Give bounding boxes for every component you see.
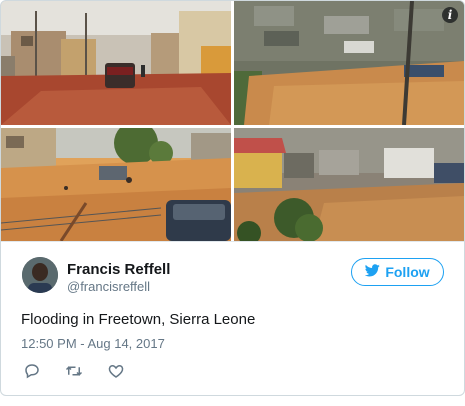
photo-flooded-street[interactable] [1,1,231,125]
author-handle[interactable]: @francisreffell [67,279,150,294]
photo-rescue-floodwater[interactable] [1,128,231,241]
like-icon [108,364,124,378]
tweet-actions [21,360,127,382]
follow-label: Follow [385,264,430,280]
retweet-button[interactable] [63,360,85,382]
reply-button[interactable] [21,360,43,382]
twitter-bird-icon [365,264,381,280]
like-button[interactable] [105,360,127,382]
media-grid[interactable]: i [1,1,464,241]
tweet-timestamp[interactable]: 12:50 PM - Aug 14, 2017 [21,336,165,351]
info-icon[interactable]: i [442,7,458,23]
follow-button[interactable]: Follow [351,258,444,286]
photo-houses-mudflow[interactable] [234,128,464,241]
photo-aerial-mudflow[interactable]: i [234,1,464,125]
tweet-text: Flooding in Freetown, Sierra Leone [21,311,256,328]
author-name[interactable]: Francis Reffell [67,261,170,278]
avatar[interactable] [22,257,58,293]
retweet-icon [65,366,83,376]
tweet-card: i Francis Reffell @francisreffell Follow… [0,0,465,396]
divider [1,241,464,242]
reply-icon [25,364,39,379]
